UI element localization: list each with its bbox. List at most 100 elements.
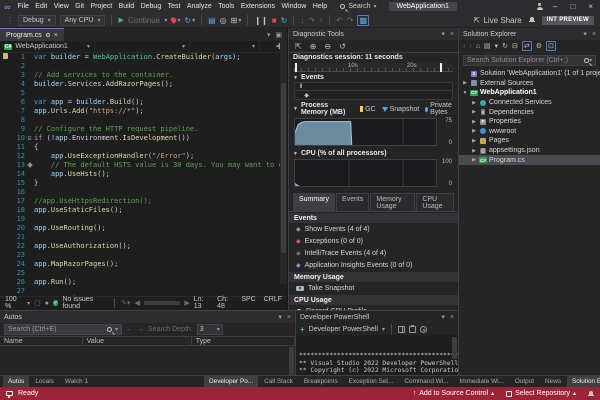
chevron-collapsed-icon[interactable]: ▶: [471, 148, 477, 154]
zoom-in-icon[interactable]: ⊕: [310, 42, 317, 51]
menu-view[interactable]: View: [51, 3, 72, 10]
chevron-collapsed-icon[interactable]: ▶: [471, 109, 477, 115]
notifications-bell-icon[interactable]: [588, 391, 594, 397]
bottom-tab-news[interactable]: News: [540, 376, 566, 387]
code-line[interactable]: 9// Configure the HTTP request pipeline.: [0, 125, 287, 134]
cpu-section-header[interactable]: ▼CPU (% of all processors): [289, 148, 458, 158]
step-into-icon[interactable]: ↓: [300, 16, 304, 25]
breadcrumb-member[interactable]: ▾: [190, 41, 260, 52]
configuration-dropdown[interactable]: Debug▾: [18, 15, 56, 26]
code-line[interactable]: 11{: [0, 143, 287, 152]
home-icon[interactable]: ⌂: [476, 43, 480, 50]
zoom-level[interactable]: 100 %: [5, 296, 23, 310]
horizontal-scrollbar-thumb[interactable]: [144, 301, 180, 305]
bottom-tab-immediate-wi[interactable]: Immediate Wi...: [454, 376, 508, 387]
summary-link-take[interactable]: Take Snapshot: [289, 282, 458, 294]
eol-mode[interactable]: CRLF: [264, 296, 282, 310]
menu-git[interactable]: Git: [72, 3, 87, 10]
stop-button[interactable]: ■: [272, 16, 277, 25]
timeline-ruler[interactable]: 10s20s: [294, 63, 453, 72]
code-line[interactable]: 27: [0, 287, 287, 296]
scrollbar-thumb[interactable]: [289, 347, 294, 375]
search-prev-icon[interactable]: ←: [126, 326, 133, 333]
restart-app-button[interactable]: ↻: [281, 16, 288, 25]
solution-search-input[interactable]: Search Solution Explorer (Ctrl+;) ▾: [463, 55, 596, 66]
properties-wrench-icon[interactable]: ⚙: [536, 42, 542, 50]
toolbar-overflow-icon[interactable]: ⋮: [6, 16, 14, 25]
menu-project[interactable]: Project: [87, 3, 115, 10]
code-line[interactable]: 3// Add services to the container.: [0, 71, 287, 80]
panel-close-icon[interactable]: ×: [287, 314, 291, 321]
health-indicator-icon[interactable]: ▢: [34, 299, 41, 307]
chevron-collapsed-icon[interactable]: ▶: [462, 80, 468, 86]
code-line[interactable]: 7app.Urls.Add("https://*");: [0, 107, 287, 116]
switch-views-icon[interactable]: ▤: [484, 42, 491, 50]
chevron-collapsed-icon[interactable]: ▶: [471, 119, 477, 125]
tree-item-pages[interactable]: ▶Pages: [459, 136, 600, 146]
tree-item-connected-services[interactable]: ▶Connected Services: [459, 98, 600, 108]
menu-help[interactable]: Help: [310, 3, 331, 10]
menu-debug[interactable]: Debug: [137, 3, 164, 10]
code-line[interactable]: 19: [0, 215, 287, 224]
tree-item-appsettings-json[interactable]: ▶{}appsettings.json: [459, 146, 600, 156]
tree-item-program-cs[interactable]: ▶C#Program.cs: [459, 155, 600, 165]
indent-mode[interactable]: SPC: [241, 296, 255, 310]
select-tool-icon[interactable]: ⇱: [295, 42, 302, 51]
events-tracks[interactable]: ‖ ◆: [294, 82, 453, 100]
menu-file[interactable]: File: [14, 3, 32, 10]
menu-edit[interactable]: Edit: [32, 3, 50, 10]
hot-reload-button[interactable]: ▾: [171, 17, 180, 24]
split-terminal-icon[interactable]: [398, 326, 405, 333]
diag-tab-memory-usage[interactable]: Memory Usage: [370, 193, 415, 211]
window-layout-icon[interactable]: ⊞▾: [231, 16, 242, 25]
browser-link-icon[interactable]: ◎: [220, 16, 227, 25]
continue-button[interactable]: ▶ Continue ▾: [118, 16, 167, 25]
menu-test[interactable]: Test: [164, 3, 183, 10]
pause-button[interactable]: ❙❙: [254, 16, 267, 25]
menu-analyze[interactable]: Analyze: [184, 3, 215, 10]
column-header-name[interactable]: Name: [0, 337, 83, 345]
tree-item-webapplication1[interactable]: ▼C#WebApplication1: [459, 88, 600, 98]
tree-item-wwwroot[interactable]: ▶wwwroot: [459, 127, 600, 137]
float-window-icon[interactable]: ▣: [275, 31, 282, 39]
summary-link-application[interactable]: ◆Application Insights Events (0 of 0): [289, 259, 458, 271]
menu-window[interactable]: Window: [278, 3, 309, 10]
hscroll-left-icon[interactable]: ◀: [135, 299, 140, 307]
code-line[interactable]: 6var app = builder.Build();: [0, 98, 287, 107]
bottom-tab-call-stack[interactable]: Call Stack: [259, 376, 298, 387]
collapse-all-icon[interactable]: ⊟: [512, 42, 518, 50]
code-line[interactable]: 25: [0, 269, 287, 278]
doc-well-dropdown-icon[interactable]: ▾: [267, 31, 271, 39]
code-line[interactable]: 24app.MapRazorPages();: [0, 260, 287, 269]
account-icon[interactable]: [536, 3, 543, 10]
menu-build[interactable]: Build: [115, 3, 137, 10]
menu-tools[interactable]: Tools: [215, 3, 238, 10]
close-button[interactable]: ×: [585, 2, 596, 11]
panel-menu-icon[interactable]: ▾: [278, 313, 282, 321]
column-header-type[interactable]: Type: [192, 337, 295, 345]
search-next-icon[interactable]: →: [137, 326, 144, 333]
bottom-tab-command-wi[interactable]: Command Wi...: [399, 376, 453, 387]
sync-with-active-document-icon[interactable]: ⇄: [522, 41, 532, 51]
editor-vertical-scrollbar[interactable]: [280, 41, 287, 284]
diagnostics-toggle-icon[interactable]: ▩: [357, 15, 369, 26]
edit-mode-icon[interactable]: ✎▾: [121, 299, 130, 307]
bottom-tab-autos[interactable]: Autos: [3, 376, 29, 387]
search-depth-dropdown[interactable]: 3▾: [197, 324, 223, 335]
zoom-out-icon[interactable]: ⊖: [324, 42, 331, 51]
diag-tab-cpu-usage[interactable]: CPU Usage: [416, 193, 454, 211]
autos-grid-body[interactable]: [0, 346, 295, 375]
chevron-collapsed-icon[interactable]: ▶: [471, 128, 477, 134]
tree-item-properties[interactable]: ▶PProperties: [459, 117, 600, 127]
terminal-settings-icon[interactable]: [420, 326, 427, 333]
minimize-button[interactable]: –: [550, 2, 560, 11]
code-line[interactable]: 16: [0, 188, 287, 197]
step-over-icon[interactable]: ↷: [308, 16, 315, 25]
global-search[interactable]: Search ▾: [336, 3, 380, 10]
platform-dropdown[interactable]: Any CPU▾: [60, 15, 106, 26]
code-line[interactable]: 23: [0, 251, 287, 260]
notifications-bell-icon[interactable]: [529, 17, 535, 23]
bottom-tab-exception-set[interactable]: Exception Set...: [344, 376, 399, 387]
tree-item-external-sources[interactable]: ▶External Sources: [459, 79, 600, 89]
breadcrumb-type[interactable]: ▾: [95, 41, 190, 52]
